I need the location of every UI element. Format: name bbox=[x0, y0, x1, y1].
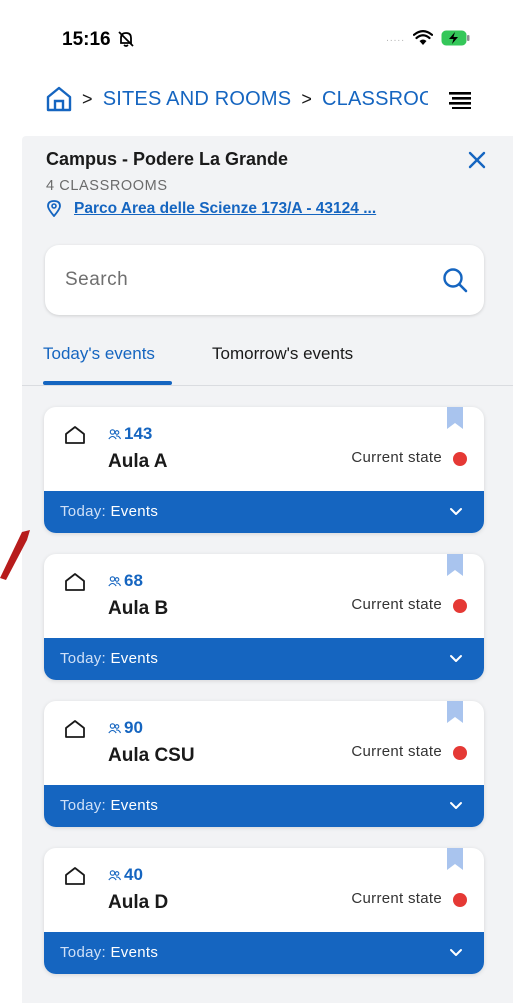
room-icon bbox=[65, 426, 85, 444]
room-icon bbox=[65, 720, 85, 738]
breadcrumb-separator: > bbox=[301, 89, 313, 109]
current-state-label: Current state bbox=[351, 449, 442, 466]
people-icon bbox=[108, 870, 121, 881]
bookmark-icon[interactable] bbox=[447, 407, 463, 429]
tab-todays-events[interactable]: Today's events bbox=[43, 344, 155, 364]
bell-off-icon bbox=[118, 31, 134, 47]
menu-icon[interactable] bbox=[449, 91, 471, 109]
address-link[interactable]: Parco Area delle Scienze 173/A - 43124 .… bbox=[74, 200, 376, 218]
breadcrumb-classrooms[interactable]: CLASSROOMS bbox=[322, 88, 428, 110]
tab-tomorrows-events[interactable]: Tomorrow's events bbox=[212, 344, 353, 364]
room-card[interactable]: 68 Aula B Current state Today: Events bbox=[44, 554, 484, 680]
events-tabs: Today's events Tomorrow's events bbox=[22, 336, 513, 386]
chevron-down-icon bbox=[450, 508, 462, 515]
events-prefix: Today: bbox=[60, 650, 106, 667]
bookmark-icon[interactable] bbox=[447, 701, 463, 723]
search-input[interactable] bbox=[65, 265, 425, 295]
events-toggle[interactable]: Today: Events bbox=[44, 491, 484, 533]
events-bar-text: Today: Events bbox=[60, 797, 158, 814]
wifi-icon bbox=[413, 30, 433, 45]
room-capacity: 90 bbox=[124, 718, 143, 737]
annotation-arrow-icon bbox=[0, 530, 30, 580]
events-label: Events bbox=[110, 944, 159, 961]
events-label: Events bbox=[110, 650, 159, 667]
people-icon bbox=[108, 723, 121, 734]
chevron-down-icon bbox=[450, 949, 462, 956]
events-label: Events bbox=[110, 503, 159, 520]
room-capacity: 40 bbox=[124, 865, 143, 884]
state-indicator bbox=[453, 599, 467, 613]
bookmark-icon[interactable] bbox=[447, 554, 463, 576]
state-indicator bbox=[453, 452, 467, 466]
status-time: 15:16 bbox=[62, 29, 111, 50]
status-bar: 15:16 ..... bbox=[0, 0, 513, 80]
app-screen: 15:16 ..... > SITES AND ROOMS > CLASSROO… bbox=[0, 0, 513, 1003]
breadcrumb: > SITES AND ROOMS > CLASSROOMS bbox=[82, 88, 428, 116]
room-capacity: 68 bbox=[124, 571, 143, 590]
events-toggle[interactable]: Today: Events bbox=[44, 638, 484, 680]
breadcrumb-nav: > SITES AND ROOMS > CLASSROOMS bbox=[0, 80, 513, 124]
people-icon bbox=[108, 429, 121, 440]
room-name: Aula CSU bbox=[108, 745, 195, 766]
current-state-label: Current state bbox=[351, 743, 442, 760]
battery-charging-icon bbox=[441, 30, 470, 46]
active-tab-indicator bbox=[43, 381, 172, 385]
search-box bbox=[45, 245, 484, 315]
bookmark-icon[interactable] bbox=[447, 848, 463, 870]
events-bar-text: Today: Events bbox=[60, 944, 158, 961]
room-name: Aula D bbox=[108, 892, 169, 913]
room-card[interactable]: 40 Aula D Current state Today: Events bbox=[44, 848, 484, 974]
events-bar-text: Today: Events bbox=[60, 503, 158, 520]
events-bar-text: Today: Events bbox=[60, 650, 158, 667]
events-prefix: Today: bbox=[60, 797, 106, 814]
state-indicator bbox=[453, 893, 467, 907]
room-capacity: 143 bbox=[124, 424, 153, 443]
search-icon[interactable] bbox=[442, 267, 468, 293]
breadcrumb-separator: > bbox=[82, 89, 93, 109]
status-indicators: ..... bbox=[386, 28, 471, 48]
room-card[interactable]: 90 Aula CSU Current state Today: Events bbox=[44, 701, 484, 827]
events-prefix: Today: bbox=[60, 944, 106, 961]
room-count: 4 CLASSROOMS bbox=[46, 178, 168, 194]
classrooms-panel: Campus - Podere La Grande 4 CLASSROOMS P… bbox=[22, 136, 513, 1003]
signal-icon: ..... bbox=[386, 32, 405, 44]
chevron-down-icon bbox=[450, 802, 462, 809]
room-icon bbox=[65, 573, 85, 591]
close-icon[interactable] bbox=[467, 150, 487, 170]
events-toggle[interactable]: Today: Events bbox=[44, 932, 484, 974]
room-card[interactable]: 143 Aula A Current state Today: Events bbox=[44, 407, 484, 533]
state-indicator bbox=[453, 746, 467, 760]
events-prefix: Today: bbox=[60, 503, 106, 520]
room-icon bbox=[65, 867, 85, 885]
campus-title: Campus - Podere La Grande bbox=[46, 149, 289, 169]
events-toggle[interactable]: Today: Events bbox=[44, 785, 484, 827]
home-icon[interactable] bbox=[44, 84, 74, 114]
map-pin-icon bbox=[47, 200, 61, 217]
room-name: Aula A bbox=[108, 451, 168, 472]
events-label: Events bbox=[110, 797, 159, 814]
people-icon bbox=[108, 576, 121, 587]
room-name: Aula B bbox=[108, 598, 169, 619]
current-state-label: Current state bbox=[351, 596, 442, 613]
breadcrumb-sites-and-rooms[interactable]: SITES AND ROOMS bbox=[103, 88, 292, 110]
chevron-down-icon bbox=[450, 655, 462, 662]
current-state-label: Current state bbox=[351, 890, 442, 907]
